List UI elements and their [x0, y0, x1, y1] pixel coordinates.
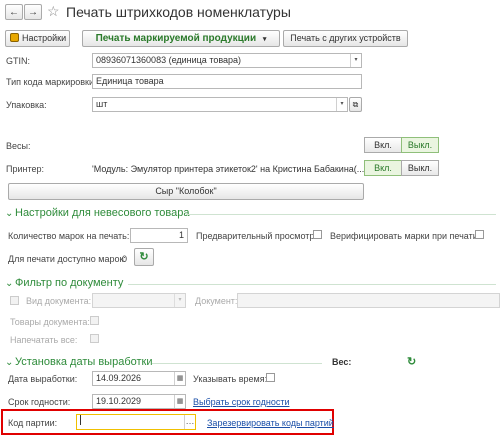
doc-type-field[interactable]: ▾	[92, 293, 186, 308]
chevron-down-icon[interactable]: ▾	[336, 98, 347, 111]
available-label: Для печати доступно марок:	[8, 254, 126, 264]
refresh-icon: ↻	[139, 251, 149, 263]
marking-code-type-label: Тип кода маркировки:	[6, 77, 97, 87]
print-all-label: Напечатать все:	[10, 335, 78, 345]
packaging-field[interactable]: шт ▾	[92, 97, 348, 112]
chevron-down-icon[interactable]: ⌄	[5, 279, 13, 289]
verify-label: Верифицировать марки при печати:	[330, 231, 481, 241]
weight-label: Вес:	[332, 357, 352, 367]
label-template-button[interactable]: Сыр "Колобок"	[8, 183, 364, 200]
nonweight-section-title[interactable]: Настройки для невесового товара	[15, 207, 190, 219]
reserve-batch-codes-link[interactable]: Зарезервировать коды партий	[207, 418, 334, 428]
qty-label: Количество марок на печать:	[8, 231, 130, 241]
expiry-label: Срок годности:	[8, 397, 71, 407]
chevron-down-icon[interactable]: ▾	[174, 294, 185, 307]
specify-time-label: Указывать время:	[193, 374, 268, 384]
scales-on-toggle[interactable]: Вкл.	[364, 137, 402, 153]
arrow-right-icon: →	[28, 7, 38, 18]
gtin-label: GTIN:	[6, 56, 30, 66]
gtin-field[interactable]: 08936071360083 (единица товара) ▾	[92, 53, 362, 68]
chevron-down-icon[interactable]: ▾	[350, 54, 361, 67]
prod-date-label: Дата выработки:	[8, 374, 78, 384]
preview-label: Предварительный просмотр:	[196, 231, 317, 241]
arrow-left-icon: ←	[9, 7, 19, 18]
chevron-down-icon[interactable]: ⌄	[5, 209, 13, 219]
chevron-down-icon[interactable]: ⌄	[5, 358, 13, 368]
refresh-button[interactable]: ↻	[134, 248, 154, 266]
printer-label: Принтер:	[6, 164, 45, 174]
preview-checkbox[interactable]	[313, 230, 322, 239]
doc-label: Документ:	[195, 296, 238, 306]
marking-code-type-field[interactable]: Единица товара	[92, 74, 362, 89]
printer-off-toggle[interactable]: Выкл.	[401, 160, 439, 176]
text-cursor	[80, 415, 81, 425]
doc-type-checkbox[interactable]	[10, 296, 19, 305]
chevron-down-icon: ▾	[262, 36, 267, 43]
back-button[interactable]: ←	[5, 4, 23, 20]
forward-button[interactable]: →	[24, 4, 42, 20]
print-all-checkbox[interactable]	[90, 334, 99, 343]
doc-filter-section-title[interactable]: Фильтр по документу	[15, 277, 123, 289]
ellipsis-icon[interactable]: …	[184, 415, 195, 429]
doc-field[interactable]	[237, 293, 500, 308]
section-divider	[152, 363, 322, 364]
settings-button[interactable]: Настройки	[5, 30, 70, 47]
calendar-icon[interactable]: ▦	[174, 372, 185, 385]
section-divider	[186, 214, 496, 215]
batch-field[interactable]: …	[76, 414, 196, 430]
packaging-open-button[interactable]: ⧉	[349, 97, 362, 112]
batch-label: Код партии:	[8, 418, 58, 428]
production-section-title[interactable]: Установка даты выработки	[15, 356, 153, 368]
settings-icon	[10, 33, 19, 42]
calendar-icon[interactable]: ▦	[174, 395, 185, 408]
page-title: Печать штрихкодов номенклатуры	[66, 4, 291, 20]
printer-on-toggle[interactable]: Вкл.	[364, 160, 402, 176]
choose-expiry-link[interactable]: Выбрать срок годности	[193, 397, 289, 407]
verify-checkbox[interactable]	[475, 230, 484, 239]
print-marked-button[interactable]: Печать маркируемой продукции ▾	[82, 30, 280, 47]
star-icon: ☆	[47, 3, 60, 19]
doc-type-label: Вид документа:	[26, 296, 92, 306]
printer-value: 'Модуль: Эмулятор принтера этикеток2' на…	[92, 164, 365, 174]
section-divider	[128, 284, 496, 285]
prod-date-field[interactable]: 14.09.2026 ▦	[92, 371, 186, 386]
specify-time-checkbox[interactable]	[266, 373, 275, 382]
available-value: 0	[122, 254, 128, 264]
open-icon: ⧉	[352, 100, 359, 109]
goods-label: Товары документа:	[10, 317, 90, 327]
goods-checkbox[interactable]	[90, 316, 99, 325]
packaging-label: Упаковка:	[6, 100, 47, 110]
scales-label: Весы:	[6, 141, 31, 151]
expiry-field[interactable]: 19.10.2029 ▦	[92, 394, 186, 409]
favorite-button[interactable]: ☆	[47, 3, 60, 19]
scales-off-toggle[interactable]: Выкл.	[401, 137, 439, 153]
print-other-devices-button[interactable]: Печать с других устройств	[283, 30, 408, 47]
refresh-icon[interactable]: ↻	[407, 355, 416, 368]
qty-field[interactable]: 1	[130, 228, 188, 243]
